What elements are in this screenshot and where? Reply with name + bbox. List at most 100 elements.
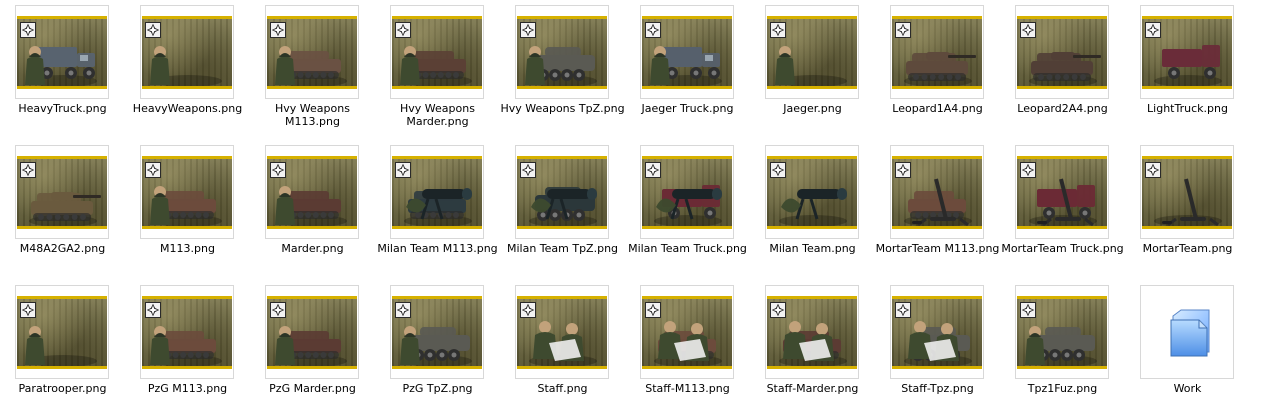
thumbnail-image <box>17 156 107 229</box>
thumbnail-image <box>267 296 357 369</box>
iron-cross-icon <box>270 302 286 318</box>
thumbnail-frame <box>640 145 734 239</box>
thumbnail-image <box>17 16 107 89</box>
file-name: Hvy Weapons M113.png <box>275 102 350 128</box>
thumbnail-frame <box>15 5 109 99</box>
thumbnail-frame <box>765 285 859 379</box>
file-item[interactable]: M48A2GA2.png <box>0 140 125 270</box>
file-item[interactable]: Milan Team Truck.png <box>625 140 750 270</box>
iron-cross-icon <box>645 162 661 178</box>
thumbnail-frame <box>15 285 109 379</box>
thumbnail-frame <box>890 285 984 379</box>
file-item[interactable]: LightTruck.png <box>1125 0 1250 130</box>
iron-cross-icon <box>395 22 411 38</box>
file-name: M113.png <box>160 242 215 255</box>
thumbnail-image <box>892 296 982 369</box>
file-item[interactable]: Leopard1A4.png <box>875 0 1000 130</box>
file-name: HeavyTruck.png <box>18 102 107 115</box>
file-item[interactable]: Staff-M113.png <box>625 280 750 410</box>
file-item[interactable]: Milan Team.png <box>750 140 875 270</box>
iron-cross-icon <box>645 302 661 318</box>
thumbnail-frame <box>640 5 734 99</box>
file-item[interactable]: Hvy Weapons TpZ.png <box>500 0 625 130</box>
thumbnail-frame <box>390 145 484 239</box>
iron-cross-icon <box>895 22 911 38</box>
iron-cross-icon <box>20 22 36 38</box>
iron-cross-icon <box>395 162 411 178</box>
file-item[interactable]: Staff.png <box>500 280 625 410</box>
thumbnail-frame <box>15 145 109 239</box>
file-name: Marder.png <box>281 242 344 255</box>
file-item[interactable]: Jaeger.png <box>750 0 875 130</box>
thumbnail-frame <box>265 145 359 239</box>
file-item[interactable]: MortarTeam M113.png <box>875 140 1000 270</box>
folder-thumbnail-frame <box>1140 285 1234 379</box>
file-name: Milan Team.png <box>769 242 856 255</box>
file-item[interactable]: Staff-Marder.png <box>750 280 875 410</box>
file-item[interactable]: PzG M113.png <box>125 280 250 410</box>
iron-cross-icon <box>20 162 36 178</box>
iron-cross-icon <box>145 162 161 178</box>
file-item[interactable]: Leopard2A4.png <box>1000 0 1125 130</box>
thumbnail-image <box>142 156 232 229</box>
file-name: Staff-Marder.png <box>766 382 859 395</box>
iron-cross-icon <box>1020 302 1036 318</box>
file-name: Leopard2A4.png <box>1017 102 1108 115</box>
file-item[interactable]: MortarTeam Truck.png <box>1000 140 1125 270</box>
file-item[interactable]: Marder.png <box>250 140 375 270</box>
iron-cross-icon <box>895 162 911 178</box>
iron-cross-icon <box>520 302 536 318</box>
thumbnail-image <box>767 296 857 369</box>
iron-cross-icon <box>770 22 786 38</box>
iron-cross-icon <box>1145 162 1161 178</box>
file-name: Staff-M113.png <box>645 382 730 395</box>
file-item[interactable]: Milan Team TpZ.png <box>500 140 625 270</box>
thumbnail-frame <box>265 285 359 379</box>
file-item[interactable]: MortarTeam.png <box>1125 140 1250 270</box>
thumbnail-frame <box>1140 5 1234 99</box>
file-item[interactable]: HeavyTruck.png <box>0 0 125 130</box>
file-name: PzG M113.png <box>147 382 228 395</box>
file-item[interactable]: Tpz1Fuz.png <box>1000 280 1125 410</box>
file-item[interactable]: HeavyWeapons.png <box>125 0 250 130</box>
file-item[interactable]: PzG TpZ.png <box>375 280 500 410</box>
thumbnail-image <box>767 156 857 229</box>
file-item[interactable]: Jaeger Truck.png <box>625 0 750 130</box>
folder-item[interactable]: Work <box>1125 280 1250 410</box>
file-item[interactable]: Paratrooper.png <box>0 280 125 410</box>
file-item[interactable]: Milan Team M113.png <box>375 140 500 270</box>
iron-cross-icon <box>1020 162 1036 178</box>
thumbnail-frame <box>1015 145 1109 239</box>
thumbnail-frame <box>140 5 234 99</box>
thumbnail-image <box>142 296 232 369</box>
file-name: MortarTeam Truck.png <box>1001 242 1124 255</box>
iron-cross-icon <box>520 162 536 178</box>
file-name: HeavyWeapons.png <box>132 102 243 115</box>
thumbnail-image <box>642 156 732 229</box>
file-item[interactable]: PzG Marder.png <box>250 280 375 410</box>
file-name: M48A2GA2.png <box>19 242 106 255</box>
thumbnail-frame <box>765 5 859 99</box>
file-name: MortarTeam.png <box>1142 242 1233 255</box>
thumbnail-image <box>892 156 982 229</box>
file-name: Milan Team TpZ.png <box>506 242 619 255</box>
thumbnail-image <box>142 16 232 89</box>
iron-cross-icon <box>1020 22 1036 38</box>
file-name: PzG TpZ.png <box>402 382 473 395</box>
file-item[interactable]: Hvy Weapons M113.png <box>250 0 375 130</box>
file-item[interactable]: Staff-Tpz.png <box>875 280 1000 410</box>
file-item[interactable]: M113.png <box>125 140 250 270</box>
thumbnail-frame <box>1015 5 1109 99</box>
thumbnail-image <box>517 16 607 89</box>
file-item[interactable]: Hvy Weapons Marder.png <box>375 0 500 130</box>
file-name: Hvy Weapons TpZ.png <box>500 102 625 115</box>
iron-cross-icon <box>770 302 786 318</box>
file-name: Milan Team M113.png <box>377 242 498 255</box>
thumbnail-frame <box>390 5 484 99</box>
iron-cross-icon <box>645 22 661 38</box>
thumbnail-image <box>17 296 107 369</box>
thumbnail-image <box>1017 296 1107 369</box>
file-name: Hvy Weapons Marder.png <box>400 102 475 128</box>
thumbnail-image <box>767 16 857 89</box>
file-name: Leopard1A4.png <box>892 102 983 115</box>
